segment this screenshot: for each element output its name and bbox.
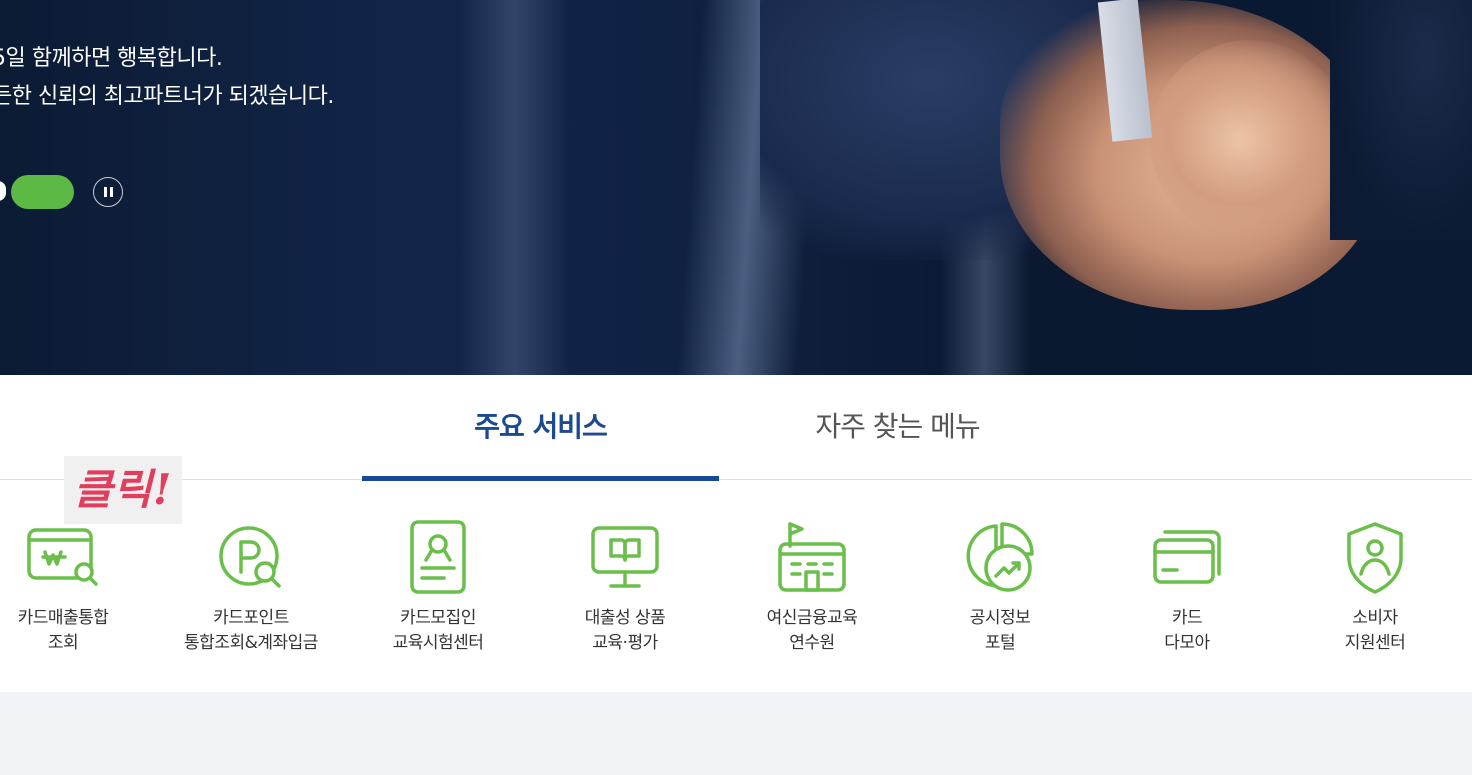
shield-user-icon	[1347, 522, 1403, 594]
hero-caption-line2: 든한 신뢰의 최고파트너가 되겠습니다.	[0, 84, 334, 109]
school-building-icon	[778, 522, 846, 592]
service-label-line2: 연수원	[789, 633, 835, 653]
slider-dot-active[interactable]	[11, 175, 74, 209]
service-card-sales-inquiry[interactable]: 카드매출통합 조회	[0, 520, 153, 656]
service-consumer-support-center[interactable]: 소비자 지원센터	[1285, 520, 1465, 656]
service-label-line1: 카드	[1171, 608, 1203, 628]
service-label: 대출성 상품 교육·평가	[535, 606, 715, 656]
monitor-book-icon	[591, 526, 659, 588]
service-label-line1: 카드모집인	[400, 608, 476, 628]
pie-chart-trend-icon	[966, 522, 1034, 592]
service-disclosure-portal[interactable]: 공시정보 포털	[910, 520, 1090, 656]
certificate-icon	[410, 520, 466, 594]
tab-main-services[interactable]: 주요 서비스	[362, 405, 719, 481]
page-background-section	[0, 692, 1472, 775]
service-label: 카드 다모아	[1097, 606, 1277, 656]
service-label-line1: 소비자	[1352, 608, 1398, 628]
hero-caption-line1: 5일 함께하면 행복합니다.	[0, 46, 223, 71]
service-label-line2: 지원센터	[1344, 633, 1406, 653]
service-label: 공시정보 포털	[910, 606, 1090, 656]
hero-banner: 5일 함께하면 행복합니다. 든한 신뢰의 최고파트너가 되겠습니다.	[0, 0, 1472, 375]
service-label-line1: 카드포인트	[213, 608, 289, 628]
cards-stack-icon	[1153, 530, 1221, 584]
service-label: 소비자 지원센터	[1285, 606, 1465, 656]
service-card-damoa[interactable]: 카드 다모아	[1097, 520, 1277, 656]
service-education-institute[interactable]: 여신금융교육 연수원	[722, 520, 902, 656]
hero-image-suit	[1330, 0, 1472, 240]
pause-button[interactable]	[93, 177, 123, 207]
hero-caption: 5일 함께하면 행복합니다. 든한 신뢰의 최고파트너가 되겠습니다.	[0, 40, 334, 116]
service-label: 카드모집인 교육시험센터	[348, 606, 528, 656]
service-label-line2: 포털	[984, 633, 1016, 653]
pause-icon	[109, 187, 113, 197]
service-label-line2: 교육시험센터	[392, 633, 484, 653]
service-card-point-inquiry[interactable]: 카드포인트 통합조회&계좌입금	[161, 520, 341, 656]
service-label-line2: 다모아	[1164, 633, 1210, 653]
service-list: 카드매출통합 조회 카드포인트 통합조회&계좌입금 카드모집인 교육시험센터 대…	[0, 520, 1472, 670]
service-label-line2: 교육·평가	[592, 633, 658, 653]
service-label-line1: 카드매출통합	[17, 608, 109, 628]
service-label-line1: 공시정보	[969, 608, 1031, 628]
service-label-line2: 조회	[47, 633, 79, 653]
services-panel: 주요 서비스 자주 찾는 메뉴 클릭! 카드매출통합 조회 카드포인트 통합조회…	[0, 375, 1472, 692]
service-recruiter-exam-center[interactable]: 카드모집인 교육시험센터	[348, 520, 528, 656]
hero-image-hand	[1150, 40, 1350, 240]
slider-dot[interactable]	[0, 181, 6, 201]
service-label-line1: 대출성 상품	[584, 608, 666, 628]
click-hint-badge: 클릭!	[64, 456, 182, 524]
hero-bg-stripe	[460, 0, 570, 375]
service-label: 카드매출통합 조회	[0, 606, 153, 656]
point-search-icon	[219, 526, 281, 588]
service-label-line2: 통합조회&계좌입금	[184, 633, 318, 653]
card-sales-search-icon	[27, 528, 98, 586]
service-label: 카드포인트 통합조회&계좌입금	[161, 606, 341, 656]
service-label: 여신금융교육 연수원	[722, 606, 902, 656]
service-tabs: 주요 서비스 자주 찾는 메뉴	[0, 375, 1472, 481]
service-label-line1: 여신금융교육	[766, 608, 858, 628]
pause-icon	[103, 187, 107, 197]
tab-frequent-menu[interactable]: 자주 찾는 메뉴	[719, 405, 1076, 480]
service-loan-product-education[interactable]: 대출성 상품 교육·평가	[535, 520, 715, 656]
